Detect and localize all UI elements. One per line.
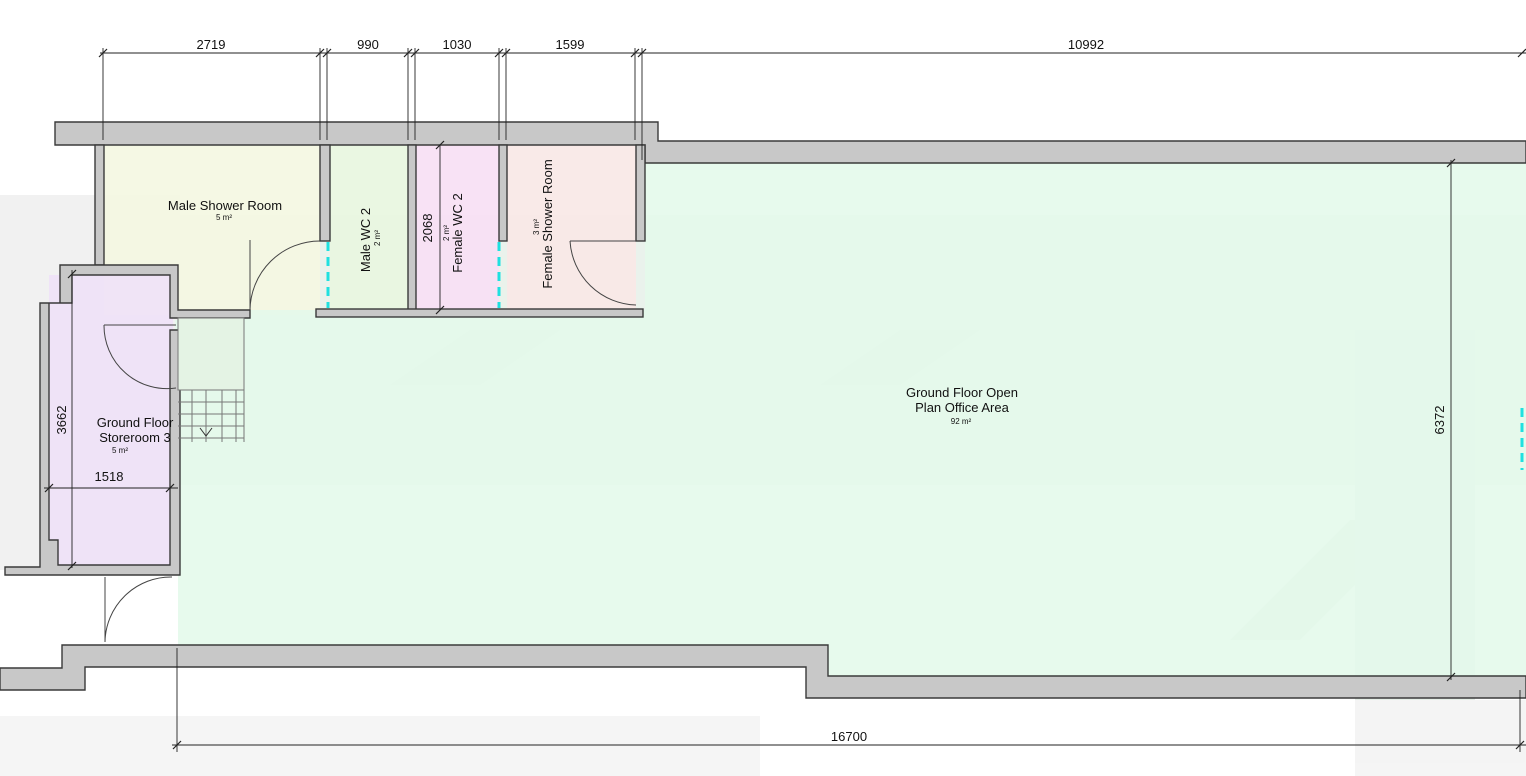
room-area-office: 92 m² (951, 417, 972, 426)
dim-storeroom-width: 1518 (95, 469, 124, 484)
wc-block-bottom-wall (315, 308, 644, 318)
dim-female-wc-height: 2068 (420, 214, 435, 243)
room-label-male-shower: Male Shower Room (168, 198, 282, 213)
room-label-female-shower: Female Shower Room (540, 159, 555, 288)
partition-wall-1 (319, 144, 331, 242)
dim-bottom-total: 16700 (831, 729, 867, 744)
dim-female-shower-width: 1599 (556, 37, 585, 52)
male-shower-left-wall (94, 144, 105, 266)
room-label-office-line2: Plan Office Area (915, 400, 1009, 415)
dim-male-wc-width: 990 (357, 37, 379, 52)
female-shower-fill (507, 145, 636, 310)
entrance-door-swing (104, 576, 173, 643)
room-label-male-wc: Male WC 2 (358, 208, 373, 272)
room-area-male-wc: 2 m² (373, 230, 382, 246)
room-label-storeroom-line1: Ground Floor (97, 415, 174, 430)
dim-office-width: 10992 (1068, 37, 1104, 52)
partition-wall-3 (498, 144, 508, 242)
room-area-storeroom: 5 m² (112, 446, 128, 455)
ghost-bottom-strip (0, 716, 760, 776)
room-label-storeroom-line2: Storeroom 3 (99, 430, 171, 445)
room-fills (49, 145, 1526, 676)
dim-female-wc-width: 1030 (443, 37, 472, 52)
dim-storeroom-height: 3662 (54, 406, 69, 435)
floor-plan: 2719 990 1030 1599 10992 2068 3662 1518 … (0, 37, 1526, 776)
ghost-bottom-right (1355, 700, 1526, 776)
room-label-female-wc: Female WC 2 (450, 193, 465, 272)
room-area-male-shower: 5 m² (216, 213, 232, 222)
partition-wall-2 (407, 144, 417, 311)
room-label-office-line1: Ground Floor Open (906, 385, 1018, 400)
stair-landing (177, 317, 245, 391)
partition-wall-4 (635, 144, 646, 242)
dim-office-height: 6372 (1432, 406, 1447, 435)
dim-male-shower-width: 2719 (197, 37, 226, 52)
